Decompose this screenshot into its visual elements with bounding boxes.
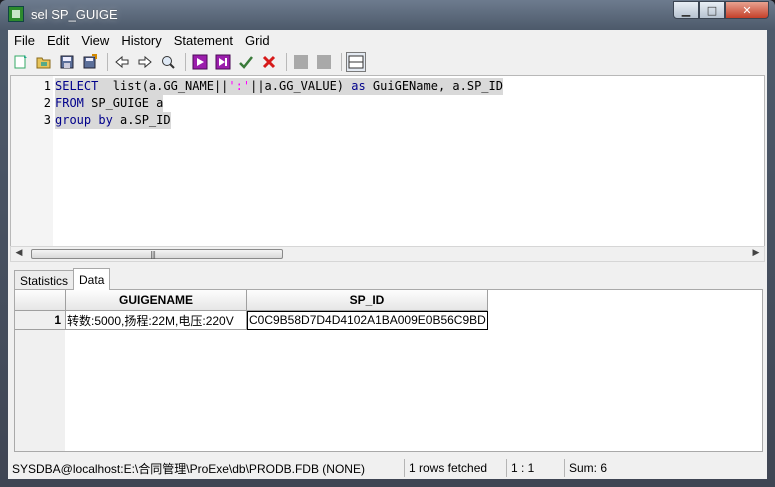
toolbar — [8, 51, 767, 73]
menu-edit[interactable]: Edit — [41, 33, 75, 48]
minimize-button[interactable]: ▁ — [673, 1, 699, 19]
toolbar-separator — [286, 53, 287, 71]
rollback-icon[interactable] — [259, 52, 279, 72]
find-icon[interactable] — [158, 52, 178, 72]
toolbar-separator — [185, 53, 186, 71]
sql-editor[interactable]: 1 2 3 SELECT list(a.GG_NAME||':'||a.GG_V… — [10, 75, 765, 247]
status-rows-fetched: 1 rows fetched — [405, 459, 507, 477]
code-line: group by a.SP_ID — [55, 112, 171, 129]
maximize-button[interactable]: □ — [699, 1, 725, 19]
layout-icon[interactable] — [346, 52, 366, 72]
sql-keyword: as — [351, 79, 366, 93]
title-bar[interactable]: sel SP_GUIGE ▁ □ ✕ — [0, 0, 775, 30]
status-bar: SYSDBA@localhost:E:\合同管理\ProExe\db\PRODB… — [8, 457, 767, 479]
sql-string: ':' — [228, 79, 251, 93]
line-number: 3 — [43, 113, 51, 127]
application-window: sel SP_GUIGE ▁ □ ✕ File Edit View Histor… — [0, 0, 775, 487]
menu-bar: File Edit View History Statement Grid — [8, 30, 767, 50]
line-number: 2 — [43, 96, 51, 110]
scroll-left-arrow-icon[interactable]: ◀ — [13, 248, 25, 260]
sql-keyword: FROM — [55, 96, 84, 110]
disabled-icon-1 — [291, 52, 311, 72]
forward-icon[interactable] — [135, 52, 155, 72]
menu-grid[interactable]: Grid — [239, 33, 276, 48]
sql-text: a.SP_ID — [112, 113, 171, 127]
menu-file[interactable]: File — [8, 33, 41, 48]
editor-horizontal-scrollbar[interactable]: ◀ ||| ▶ — [10, 246, 765, 262]
toolbar-separator — [341, 53, 342, 71]
scrollbar-grip: ||| — [150, 250, 156, 259]
row-number[interactable]: 1 — [15, 311, 66, 330]
result-tabs: Statistics Data — [14, 268, 111, 290]
column-header-sp-id[interactable]: SP_ID — [247, 290, 488, 311]
toolbar-separator — [107, 53, 108, 71]
data-grid[interactable]: GUIGENAME SP_ID 1 转数:5000,扬程:22M,电压:220V… — [14, 289, 763, 452]
window-controls: ▁ □ ✕ — [673, 1, 769, 20]
sql-text: list(a.GG_NAME|| — [98, 79, 229, 93]
save-all-icon[interactable] — [80, 52, 100, 72]
menu-view[interactable]: View — [75, 33, 115, 48]
back-icon[interactable] — [112, 52, 132, 72]
grid-corner[interactable] — [15, 290, 66, 311]
line-number: 1 — [43, 79, 51, 93]
sql-text: GuiGEName, a.SP_ID — [365, 79, 503, 93]
sql-text: SP_GUIGE a — [83, 96, 164, 110]
table-cell[interactable]: 转数:5000,扬程:22M,电压:220V — [66, 311, 247, 330]
sql-keyword: group by — [55, 113, 113, 127]
scroll-right-arrow-icon[interactable]: ▶ — [750, 248, 762, 260]
run-step-icon[interactable] — [213, 52, 233, 72]
status-cursor-position: 1 : 1 — [507, 459, 565, 477]
window-title: sel SP_GUIGE — [31, 7, 118, 22]
save-icon[interactable] — [57, 52, 77, 72]
tab-data[interactable]: Data — [73, 268, 111, 290]
open-icon[interactable] — [34, 52, 54, 72]
tab-statistics[interactable]: Statistics — [14, 270, 75, 290]
commit-icon[interactable] — [236, 52, 256, 72]
column-header-guigename[interactable]: GUIGENAME — [66, 290, 247, 311]
close-button[interactable]: ✕ — [725, 1, 769, 19]
menu-statement[interactable]: Statement — [168, 33, 239, 48]
run-icon[interactable] — [190, 52, 210, 72]
disabled-icon-2 — [314, 52, 334, 72]
menu-history[interactable]: History — [115, 33, 167, 48]
sql-keyword: SELECT — [55, 79, 99, 93]
table-cell-selected[interactable]: C0C9B58D7D4D4102A1BA009E0B56C9BD — [247, 311, 488, 330]
new-icon[interactable] — [11, 52, 31, 72]
sql-text: ||a.GG_VALUE) — [250, 79, 352, 93]
client-area: File Edit View History Statement Grid 1 … — [8, 30, 767, 479]
code-line: SELECT list(a.GG_NAME||':'||a.GG_VALUE) … — [55, 78, 503, 95]
app-icon — [8, 6, 24, 22]
scrollbar-thumb[interactable]: ||| — [31, 249, 283, 259]
status-sum: Sum: 6 — [569, 461, 608, 475]
code-line: FROM SP_GUIGE a — [55, 95, 164, 112]
status-connection: SYSDBA@localhost:E:\合同管理\ProExe\db\PRODB… — [8, 459, 405, 477]
